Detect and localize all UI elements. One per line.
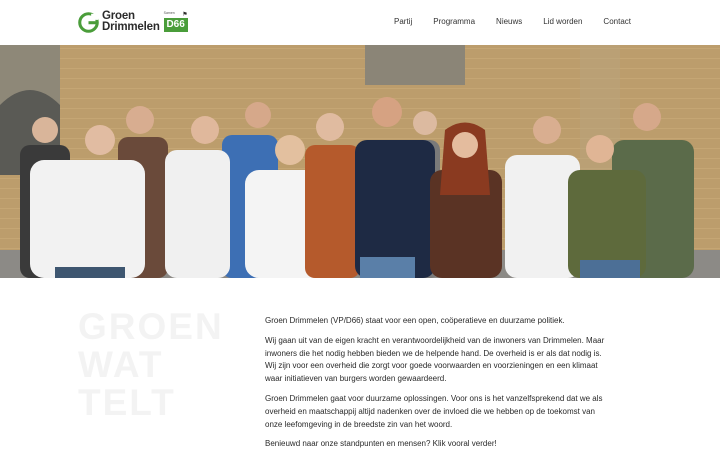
main-nav: Partij Programma Nieuws Lid worden Conta… — [394, 17, 631, 26]
intro-text: Groen Drimmelen (VP/D66) staat voor een … — [265, 315, 605, 450]
groen-g-icon — [78, 11, 99, 33]
site-logo[interactable]: Groen Drimmelen Samen ⚑ D66 — [78, 10, 188, 34]
slogan-line-1: GROEN — [78, 306, 224, 347]
slogan-line-2: WAT — [78, 344, 164, 385]
slogan-line-3: TELT — [78, 382, 176, 423]
intro-paragraph-4: Benieuwd naar onze standpunten en mensen… — [265, 439, 497, 449]
nav-programma[interactable]: Programma — [433, 17, 475, 26]
intro-paragraph-1: Groen Drimmelen (VP/D66) staat voor een … — [265, 316, 565, 325]
logo-wordmark: Groen Drimmelen — [102, 10, 160, 33]
d66-badge: Samen ⚑ D66 — [163, 11, 188, 33]
d66-label: D66 — [163, 18, 188, 32]
logo-line-2: Drimmelen — [102, 21, 160, 33]
nav-lid-worden[interactable]: Lid worden — [543, 17, 582, 26]
hero-photo — [0, 45, 720, 278]
nav-contact[interactable]: Contact — [603, 17, 631, 26]
samen-label: Samen — [163, 11, 175, 15]
background-slogan: GROEN WAT TELT — [78, 308, 224, 422]
flag-icon: ⚑ — [182, 12, 188, 18]
intro-paragraph-3: Groen Drimmelen gaat voor duurzame oplos… — [265, 393, 603, 429]
site-header: Groen Drimmelen Samen ⚑ D66 Partij Progr… — [0, 0, 720, 45]
nav-nieuws[interactable]: Nieuws — [496, 17, 522, 26]
group-photo-illustration — [0, 45, 720, 278]
nav-partij[interactable]: Partij — [394, 17, 412, 26]
intro-paragraph-2: Wij gaan uit van de eigen kracht en vera… — [265, 335, 605, 384]
